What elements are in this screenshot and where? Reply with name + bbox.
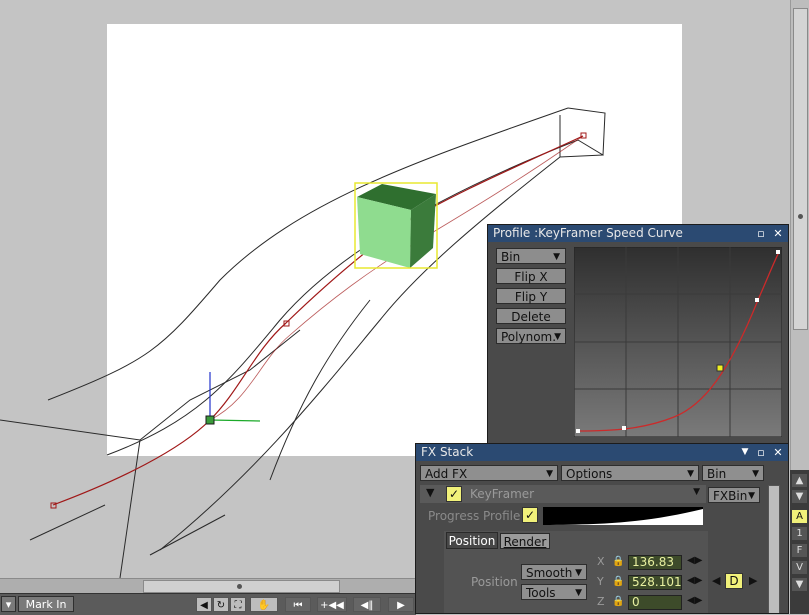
chevron-down-icon: ▼ [554,332,561,342]
fx-scrollbar[interactable] [768,485,780,613]
z-axis-label: Z [597,595,605,608]
add-fx-dropdown[interactable]: Add FX ▼ [420,465,558,481]
delete-button[interactable]: Delete [496,308,566,324]
fx-title-bar[interactable]: FX Stack ▼ ▫ ✕ [416,444,788,461]
chevron-down-icon: ▼ [546,469,553,479]
curve-point[interactable] [622,426,626,430]
y-axis-label: Y [597,575,604,588]
chevron-down-icon[interactable]: ▼ [738,444,752,461]
chevron-down-icon: ▼ [575,588,582,598]
y-stepper-icon[interactable]: ◀▶ [687,575,702,586]
effect-name: KeyFramer [470,487,535,501]
key-button[interactable]: D [725,573,743,589]
bin-label: Bin [707,467,727,481]
tools-label: Tools [526,586,556,600]
chevron-down-icon: ▼ [748,491,755,501]
interpolation-dropdown[interactable]: Smooth ▼ [521,564,587,580]
chevron-down-icon[interactable]: ▼ [693,487,700,497]
go-start-icon[interactable]: ⏮ [285,597,311,612]
strip-button-1[interactable]: 1 [792,527,807,540]
prev-key-icon[interactable]: ◀ [712,574,720,587]
scrollbar-thumb[interactable] [793,8,808,330]
next-key-icon[interactable]: ▶ [749,574,757,587]
position-label: Position [471,575,518,589]
mark-in-button[interactable]: Mark In [18,596,74,612]
add-fx-label: Add FX [425,467,468,481]
bin-dropdown[interactable]: Bin ▼ [496,248,566,264]
curve-point[interactable] [576,429,580,433]
bin-label: Bin [501,250,521,264]
side-toolstrip: ▲ ▼ A 1 F V ▼ [790,470,809,614]
x-axis-label: X [597,555,605,568]
position-y-field[interactable]: 528.101 [628,575,682,590]
arrow-down-icon[interactable]: ▼ [792,490,807,503]
close-icon[interactable]: ✕ [771,444,785,461]
tools-dropdown[interactable]: Tools ▼ [521,584,587,600]
lock-icon[interactable]: 🔒 [612,596,624,609]
collapse-triangle-icon[interactable]: ▼ [426,486,434,499]
polynom-label: Polynom. [501,330,557,344]
profile-title: Profile :KeyFramer Speed Curve [493,226,683,240]
tab-render[interactable]: Render [500,533,550,549]
gizmo-center[interactable] [205,415,215,425]
strip-button-a[interactable]: A [792,510,807,523]
play-icon[interactable]: ▶ [388,597,414,612]
curve-point[interactable] [755,298,759,302]
viewport-horizontal-scrollbar[interactable] [0,578,416,593]
tab-position[interactable]: Position [446,532,498,549]
hand-tool-icon[interactable]: ✋ [250,597,278,612]
curve-point[interactable] [776,250,780,254]
z-stepper-icon[interactable]: ◀▶ [687,595,702,606]
profile-panel: Profile :KeyFramer Speed Curve ▫ ✕ Bin ▼… [487,224,789,444]
options-label: Options [566,467,613,481]
prev-key-icon[interactable]: +◀◀ [317,597,347,612]
x-stepper-icon[interactable]: ◀▶ [687,555,702,566]
loop-icon[interactable]: ↻ [213,597,229,612]
fx-stack-panel: FX Stack ▼ ▫ ✕ Add FX ▼ Options ▼ Bin ▼ … [415,443,789,614]
flip-y-button[interactable]: Flip Y [496,288,566,304]
position-x-field[interactable]: 136.83 [628,555,682,570]
strip-button-f[interactable]: F [792,544,807,557]
polynom-dropdown[interactable]: Polynom. ▼ [496,328,566,344]
fx-title: FX Stack [421,445,474,459]
effect-row[interactable]: ▼ ✓ KeyFramer ▼ [420,485,706,503]
transport-bar: ▾ Mark In ◀ ↻ ⛶ ✋ ⏮ +◀◀ ◀‖ ▶ [0,593,416,615]
options-dropdown[interactable]: Options ▼ [561,465,699,481]
lock-icon[interactable]: 🔒 [612,576,624,589]
arrow-up-icon[interactable]: ▲ [792,474,807,487]
step-back-icon[interactable]: ◀‖ [353,597,381,612]
effect-enable-checkbox[interactable]: ✓ [446,486,462,502]
chevron-down-icon: ▼ [575,568,582,578]
fxbin-dropdown[interactable]: FXBin ▼ [708,487,760,503]
audio-icon[interactable]: ◀ [196,597,212,612]
scrollbar-thumb[interactable] [143,580,340,593]
chevron-down-icon: ▼ [687,469,694,479]
curve-point-selected[interactable] [716,364,724,372]
progress-profile-label: Progress Profile [428,509,521,523]
chevron-down-icon: ▼ [553,252,560,262]
chevron-down-icon[interactable]: ▾ [1,596,16,612]
close-icon[interactable]: ✕ [771,225,785,242]
bin-dropdown[interactable]: Bin ▼ [702,465,764,481]
chevron-down-icon: ▼ [752,469,759,479]
fit-icon[interactable]: ⛶ [230,597,246,612]
restore-icon[interactable]: ▫ [754,444,768,461]
fxbin-label: FXBin [713,489,748,503]
lock-icon[interactable]: 🔒 [612,556,624,569]
restore-icon[interactable]: ▫ [754,225,768,242]
profile-title-bar[interactable]: Profile :KeyFramer Speed Curve ▫ ✕ [488,225,788,242]
progress-profile-preview[interactable] [543,507,703,525]
interpolation-label: Smooth [526,566,573,580]
progress-profile-checkbox[interactable]: ✓ [522,507,538,523]
speed-curve-graph[interactable] [574,247,782,437]
viewport-vertical-scrollbar[interactable] [790,0,809,470]
strip-button-v[interactable]: V [792,561,807,574]
flip-x-button[interactable]: Flip X [496,268,566,284]
position-z-field[interactable]: 0 [628,595,682,610]
arrow-down-icon[interactable]: ▼ [792,578,807,591]
